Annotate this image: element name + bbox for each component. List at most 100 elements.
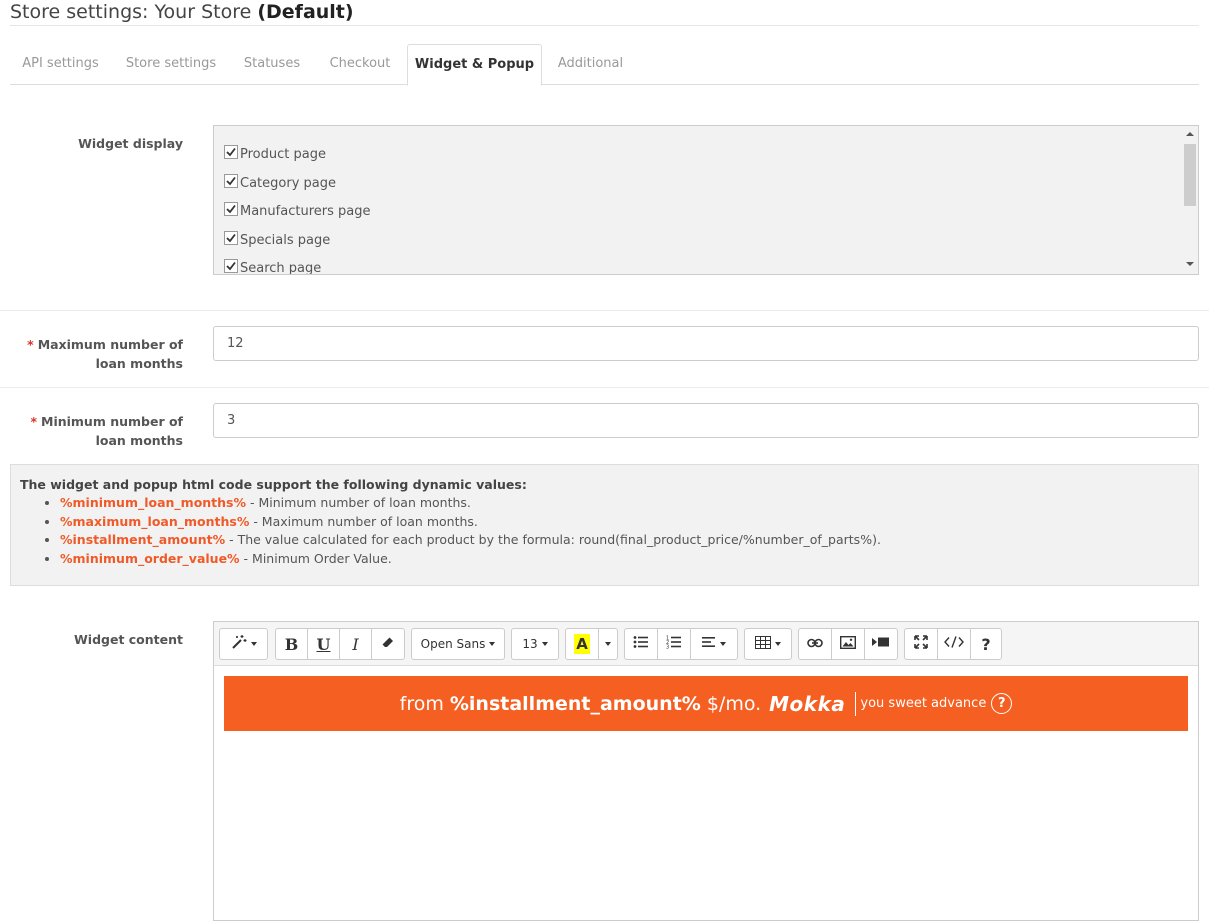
clear-format-button[interactable] — [371, 628, 405, 660]
fullscreen-button[interactable] — [904, 628, 938, 660]
checkbox-manufacturers-page[interactable]: Manufacturers page — [224, 201, 370, 221]
variable-desc: - Minimum Order Value. — [239, 550, 392, 566]
scroll-up-arrow-icon[interactable] — [1186, 132, 1194, 136]
variable-name: %maximum_loan_months% — [60, 513, 250, 529]
scroll-thumb[interactable] — [1184, 144, 1196, 206]
chevron-down-icon — [605, 642, 611, 646]
picture-icon — [839, 635, 857, 653]
variable-name: %minimum_loan_months% — [60, 495, 247, 510]
text-color-dropdown[interactable] — [598, 628, 618, 660]
tab-checkout[interactable]: Checkout — [313, 44, 407, 85]
widget-preview-banner: from %installment_amount% $/mo. Mokka yo… — [224, 676, 1188, 731]
variable-desc: - Maximum number of loan months. — [249, 513, 478, 529]
variable-desc: - The value calculated for each product … — [225, 532, 881, 547]
variable-name: %minimum_order_value% — [60, 550, 240, 566]
tab-store-settings[interactable]: Store settings — [111, 44, 231, 85]
list-item: %maximum_loan_months% - Maximum number o… — [60, 513, 1189, 532]
underline-button[interactable]: U — [307, 628, 340, 660]
min-months-label-line2: loan months — [95, 433, 183, 448]
checkbox-checked-icon[interactable] — [224, 259, 238, 273]
info-title: The widget and popup html code support t… — [20, 477, 527, 492]
max-months-input[interactable]: 12 — [213, 326, 1199, 361]
max-months-label-line1: Maximum number of — [37, 337, 183, 352]
help-button[interactable]: ? — [970, 628, 1002, 660]
list-scrollbar[interactable] — [1184, 128, 1196, 272]
required-mark: * — [30, 414, 37, 429]
style-dropdown-button[interactable] — [219, 628, 268, 660]
unordered-list-button[interactable] — [624, 628, 658, 660]
banner-from-text: from — [399, 692, 444, 715]
numbered-list-icon: 123 — [666, 635, 682, 653]
widget-display-list: Product page Category page Manufacturers… — [213, 125, 1199, 275]
variable-name: %installment_amount% — [60, 532, 226, 547]
question-circle-icon[interactable]: ? — [991, 693, 1013, 714]
fullscreen-icon — [914, 635, 928, 653]
italic-button[interactable]: I — [339, 628, 372, 660]
checkbox-label: Specials page — [240, 233, 331, 248]
eraser-icon — [381, 635, 395, 653]
banner-installment-variable: %installment_amount% — [449, 692, 701, 715]
video-icon — [872, 636, 890, 652]
widget-content-editor: B U I Open Sans 13 A 123 ? from %install… — [213, 621, 1199, 921]
svg-text:3: 3 — [666, 645, 669, 650]
mokka-logo: Mokka — [769, 691, 846, 716]
text-color-button[interactable]: A — [565, 628, 599, 660]
list-item: %installment_amount% - The value calcula… — [60, 531, 1189, 550]
tab-additional[interactable]: Additional — [542, 44, 639, 85]
min-months-label: * Minimum number of loan months — [10, 412, 183, 450]
font-size-dropdown[interactable]: 13 — [511, 628, 559, 660]
dynamic-values-info: The widget and popup html code support t… — [10, 464, 1199, 586]
max-months-label: * Maximum number of loan months — [10, 335, 183, 373]
checkbox-label: Product page — [240, 147, 326, 162]
highlight-a-icon: A — [574, 634, 590, 654]
bullet-list-icon — [633, 635, 649, 653]
insert-table-dropdown[interactable] — [744, 628, 792, 660]
insert-image-button[interactable] — [831, 628, 865, 660]
checkbox-checked-icon[interactable] — [224, 145, 238, 159]
checkbox-search-page[interactable]: Search page — [224, 258, 322, 275]
list-item: %minimum_order_value% - Minimum Order Va… — [60, 550, 1189, 569]
required-mark: * — [27, 337, 34, 352]
banner-per-month-text: $/mo. — [706, 692, 762, 715]
tab-widget-popup[interactable]: Widget & Popup — [407, 44, 542, 86]
checkbox-product-page[interactable]: Product page — [224, 144, 326, 164]
min-months-input[interactable]: 3 — [213, 403, 1199, 438]
insert-link-button[interactable] — [798, 628, 832, 660]
row-divider — [0, 310, 1209, 311]
font-family-value: Open Sans — [420, 637, 486, 651]
page-title-text: Store settings: Your Store — [10, 1, 252, 23]
checkbox-label: Manufacturers page — [240, 204, 371, 219]
tab-statuses[interactable]: Statuses — [231, 44, 313, 85]
tab-api-settings[interactable]: API settings — [10, 44, 111, 85]
banner-divider — [855, 691, 857, 716]
widget-display-label: Widget display — [78, 136, 183, 151]
magic-wand-icon — [231, 634, 247, 654]
variable-desc: - Minimum number of loan months. — [246, 495, 471, 510]
checkbox-label: Category page — [240, 176, 336, 191]
font-family-dropdown[interactable]: Open Sans — [411, 628, 505, 660]
checkbox-label: Search page — [240, 261, 322, 275]
insert-video-button[interactable] — [864, 628, 898, 660]
checkbox-checked-icon[interactable] — [224, 202, 238, 216]
page-title-default: (Default) — [257, 1, 354, 23]
checkbox-category-page[interactable]: Category page — [224, 173, 336, 193]
code-icon — [944, 636, 964, 652]
scroll-down-arrow-icon[interactable] — [1186, 262, 1194, 266]
code-view-button[interactable] — [937, 628, 971, 660]
bold-button[interactable]: B — [275, 628, 308, 660]
checkbox-checked-icon[interactable] — [224, 231, 238, 245]
checkbox-specials-page[interactable]: Specials page — [224, 230, 330, 250]
banner-tagline: you sweet advance — [860, 696, 987, 711]
checkbox-checked-icon[interactable] — [224, 174, 238, 188]
align-left-icon — [702, 636, 716, 652]
row-divider — [0, 387, 1209, 388]
widget-content-label: Widget content — [74, 632, 183, 647]
ordered-list-button[interactable]: 123 — [657, 628, 691, 660]
settings-tabs: API settings Store settings Statuses Che… — [10, 44, 1199, 86]
paragraph-align-dropdown[interactable] — [690, 628, 738, 660]
list-item: %minimum_loan_months% - Minimum number o… — [60, 494, 1189, 513]
editor-toolbar: B U I Open Sans 13 A 123 ? — [214, 622, 1198, 666]
dynamic-values-list: %minimum_loan_months% - Minimum number o… — [20, 494, 1189, 568]
page-title: Store settings: Your Store (Default) — [10, 0, 1199, 26]
max-months-label-line2: loan months — [95, 356, 183, 371]
